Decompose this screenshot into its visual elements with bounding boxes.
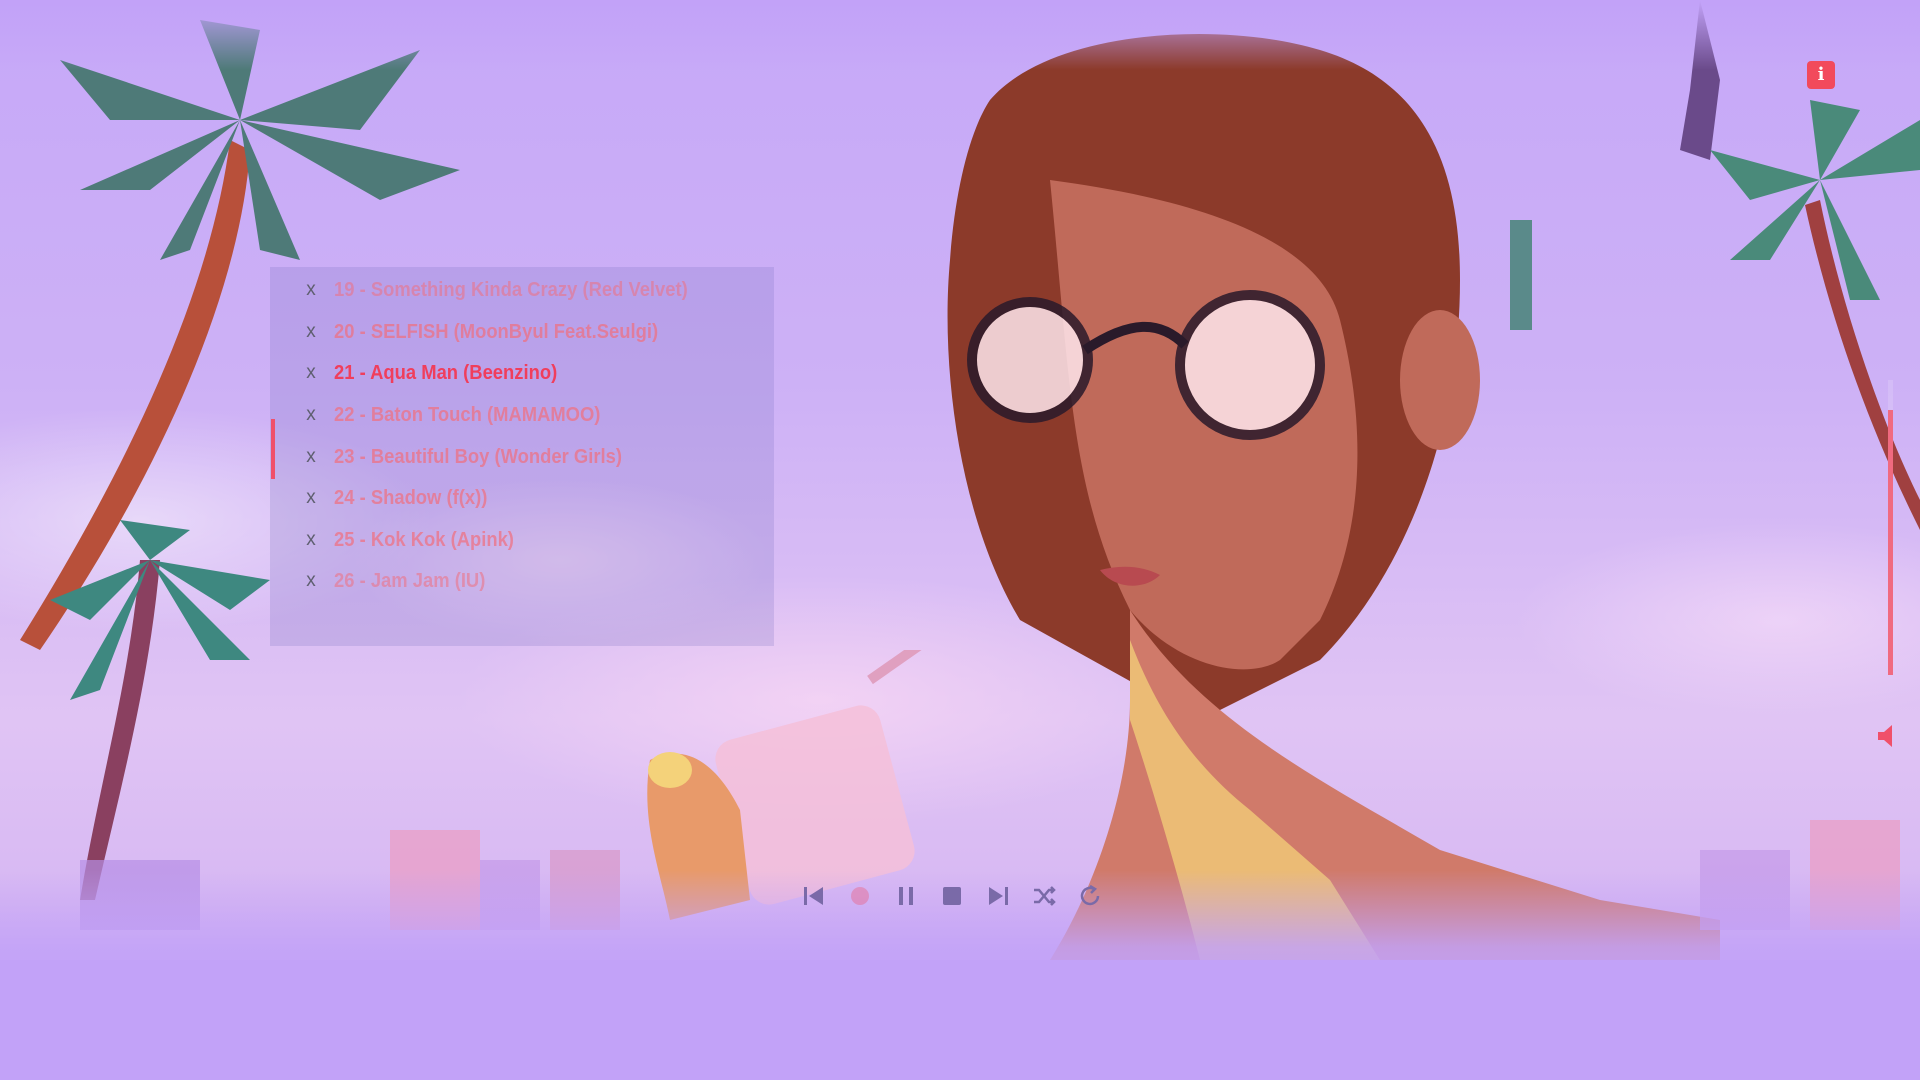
previous-button[interactable] (800, 882, 828, 910)
remove-track-button[interactable]: x (300, 321, 322, 343)
info-icon: i (1817, 64, 1825, 85)
remove-track-button[interactable]: x (300, 487, 322, 509)
track-title: 26 - Jam Jam (IU) (334, 569, 486, 592)
playback-controls (800, 878, 1104, 914)
remove-track-button[interactable]: x (300, 404, 322, 426)
playlist-panel[interactable]: x 19 - Something Kinda Crazy (Red Velvet)… (270, 267, 774, 646)
speaker-icon (1878, 725, 1892, 747)
skip-previous-icon (804, 887, 823, 905)
track-title: 21 - Aqua Man (Beenzino) (334, 361, 558, 384)
track-title: 23 - Beautiful Boy (Wonder Girls) (334, 445, 622, 468)
volume-slider[interactable] (1888, 380, 1893, 675)
track-title: 22 - Baton Touch (MAMAMOO) (334, 403, 601, 426)
playlist-track[interactable]: x 25 - Kok Kok (Apink) (270, 520, 774, 560)
stop-button[interactable] (938, 882, 966, 910)
playlist-track[interactable]: x 26 - Jam Jam (IU) (270, 561, 774, 601)
remove-track-button[interactable]: x (300, 279, 322, 301)
playlist-scroll-indicator[interactable] (271, 419, 275, 479)
pause-icon (899, 887, 913, 905)
track-title: 19 - Something Kinda Crazy (Red Velvet) (334, 278, 688, 301)
track-title: 24 - Shadow (f(x)) (334, 486, 488, 509)
repeat-icon (1080, 884, 1100, 906)
playlist-track[interactable]: x 23 - Beautiful Boy (Wonder Girls) (270, 437, 774, 477)
track-title: 20 - SELFISH (MoonByul Feat.Seulgi) (334, 320, 659, 343)
play-button[interactable] (846, 882, 874, 910)
next-button[interactable] (984, 882, 1012, 910)
repeat-button[interactable] (1076, 882, 1104, 910)
shuffle-icon (1034, 886, 1056, 906)
playlist-track[interactable]: x 20 - SELFISH (MoonByul Feat.Seulgi) (270, 312, 774, 352)
play-icon (851, 887, 869, 905)
stop-icon (943, 887, 961, 905)
volume-level-fill (1888, 409, 1893, 675)
shuffle-button[interactable] (1030, 882, 1058, 910)
skip-next-icon (989, 887, 1008, 905)
top-fade (0, 0, 1920, 70)
track-title: 25 - Kok Kok (Apink) (334, 528, 514, 551)
volume-button[interactable] (1872, 718, 1908, 754)
remove-track-button[interactable]: x (300, 446, 322, 468)
playlist-track[interactable]: x 21 - Aqua Man (Beenzino) (270, 353, 774, 393)
remove-track-button[interactable]: x (300, 362, 322, 384)
remove-track-button[interactable]: x (300, 570, 322, 592)
info-button[interactable]: i (1807, 61, 1835, 89)
playlist-track[interactable]: x 22 - Baton Touch (MAMAMOO) (270, 395, 774, 435)
playlist-track[interactable]: x 24 - Shadow (f(x)) (270, 478, 774, 518)
remove-track-button[interactable]: x (300, 529, 322, 551)
pause-button[interactable] (892, 882, 920, 910)
playlist-track[interactable]: x 19 - Something Kinda Crazy (Red Velvet) (270, 270, 774, 310)
